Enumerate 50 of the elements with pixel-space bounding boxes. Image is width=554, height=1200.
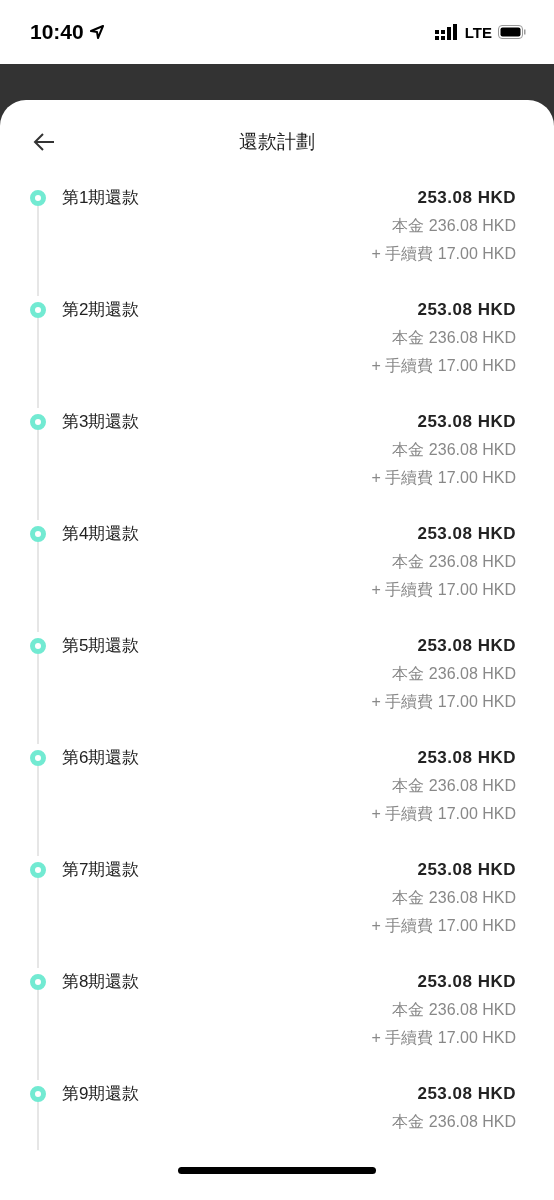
timeline-dot xyxy=(30,526,46,542)
fee-amount: + 手續費 17.00 HKD xyxy=(371,468,516,488)
page-title: 還款計劃 xyxy=(239,130,315,154)
battery-icon xyxy=(498,25,526,39)
installment-amount: 253.08 HKD xyxy=(417,747,516,769)
installment-amount: 253.08 HKD xyxy=(417,187,516,209)
fee-amount: + 手續費 17.00 HKD xyxy=(371,580,516,600)
principal-amount: 本金 236.08 HKD xyxy=(392,888,516,908)
principal-amount: 本金 236.08 HKD xyxy=(392,664,516,684)
installment-label: 第4期還款 xyxy=(62,523,140,545)
principal-amount: 本金 236.08 HKD xyxy=(392,328,516,348)
fee-amount: + 手續費 17.00 HKD xyxy=(371,804,516,824)
installment-label: 第8期還款 xyxy=(62,971,140,993)
fee-amount: + 手續費 17.00 HKD xyxy=(371,244,516,264)
timeline-dot xyxy=(30,302,46,318)
principal-amount: 本金 236.08 HKD xyxy=(392,1000,516,1020)
fee-amount: + 手續費 17.00 HKD xyxy=(371,916,516,936)
installment-amount: 253.08 HKD xyxy=(417,1083,516,1105)
timeline-dot xyxy=(30,750,46,766)
timeline-dot xyxy=(30,974,46,990)
signal-icon xyxy=(434,24,459,40)
timeline-dot xyxy=(30,1086,46,1102)
installment-amount: 253.08 HKD xyxy=(417,859,516,881)
location-icon xyxy=(89,25,104,39)
fee-amount: + 手續費 17.00 HKD xyxy=(371,692,516,712)
principal-amount: 本金 236.08 HKD xyxy=(392,440,516,460)
principal-amount: 本金 236.08 HKD xyxy=(392,216,516,236)
timeline-dot xyxy=(30,638,46,654)
principal-amount: 本金 236.08 HKD xyxy=(392,552,516,572)
timeline-dot xyxy=(30,862,46,878)
installment-amount: 253.08 HKD xyxy=(417,971,516,993)
timeline-dot xyxy=(30,190,46,206)
installment-amount: 253.08 HKD xyxy=(417,299,516,321)
network-label: LTE xyxy=(464,23,492,41)
installment-amount: 253.08 HKD xyxy=(417,635,516,657)
fee-amount: + 手續費 17.00 HKD xyxy=(371,1028,516,1048)
fee-amount: + 手續費 17.00 HKD xyxy=(371,356,516,376)
installment-label: 第5期還款 xyxy=(62,635,140,657)
status-time: 10:40 xyxy=(30,20,84,44)
installment-label: 第1期還款 xyxy=(62,187,140,209)
principal-amount: 本金 236.08 HKD xyxy=(392,1112,516,1132)
installment-label: 第3期還款 xyxy=(62,411,140,433)
timeline-dot xyxy=(30,414,46,430)
installment-amount: 253.08 HKD xyxy=(417,523,516,545)
principal-amount: 本金 236.08 HKD xyxy=(392,776,516,796)
installment-amount: 253.08 HKD xyxy=(417,411,516,433)
installment-label: 第7期還款 xyxy=(62,859,140,881)
installment-label: 第9期還款 xyxy=(62,1083,140,1105)
installment-label: 第6期還款 xyxy=(62,747,140,769)
installment-label: 第2期還款 xyxy=(62,299,140,321)
